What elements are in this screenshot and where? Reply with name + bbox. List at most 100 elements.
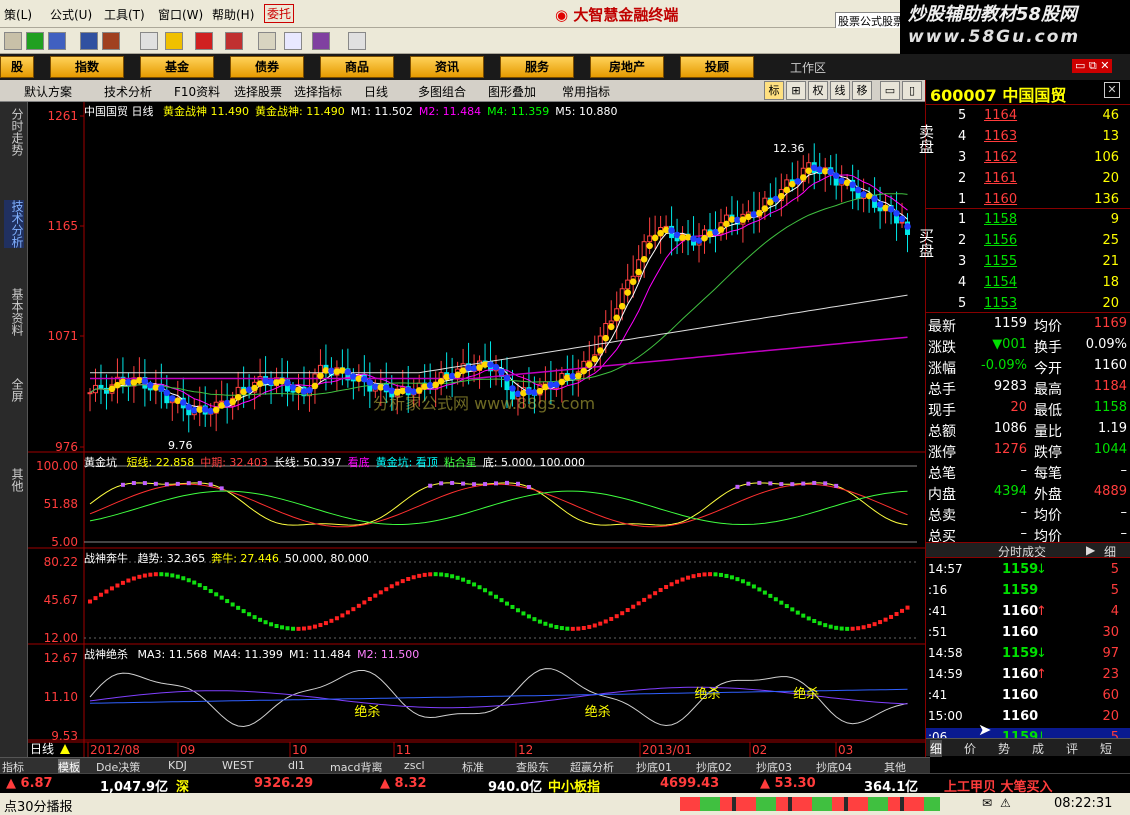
trend-square (746, 581, 751, 586)
tools-icon[interactable] (102, 32, 120, 50)
tick-row[interactable]: :41 1160 ↑ 4 (926, 602, 1130, 622)
quote-level-row[interactable]: 3 1155 21 (926, 252, 1130, 272)
quote-level-row[interactable]: 3 1162 106 (926, 148, 1130, 168)
quote-tab[interactable]: 价 (964, 740, 976, 757)
nav-advisor[interactable]: 投顾 (680, 56, 754, 78)
quote-level-row[interactable]: 2 1156 25 (926, 231, 1130, 251)
menu-item-strategy[interactable]: 策(L) (4, 6, 32, 23)
help-cursor-icon[interactable] (348, 32, 366, 50)
tick-row[interactable]: 15:00 1160 20 (926, 707, 1130, 727)
line-button[interactable]: 线 (830, 81, 850, 100)
indicator-tab[interactable]: zscl (404, 759, 425, 772)
crosshair-icon[interactable]: ⊞ (786, 81, 806, 100)
broadcast-text[interactable]: 点30分播报 (4, 796, 73, 815)
menu-item-tools[interactable]: 工具(T) (104, 6, 145, 23)
osc-marker (175, 481, 180, 486)
indicator-value: 中期: 32.403 (200, 456, 268, 469)
tick-row[interactable]: 14:58 1159 ↓ 97 (926, 644, 1130, 664)
indicator-tab[interactable]: dl1 (288, 759, 305, 772)
quote-level-row[interactable]: 4 1154 18 (926, 273, 1130, 293)
tab-fundamental[interactable]: 基本资料 (4, 288, 24, 336)
entrust-button[interactable]: 委托 (264, 4, 295, 23)
ticks-detail-button[interactable]: 细 (1104, 543, 1116, 560)
quote-level-row[interactable]: 5 1153 20 (926, 294, 1130, 314)
tab-fullscreen[interactable]: 全屏 (4, 378, 24, 402)
tech-analysis-dropdown[interactable]: 技术分析 (104, 83, 152, 100)
mark-button[interactable]: 标 (764, 81, 784, 100)
panel1-axis-label: 5.00 (51, 535, 78, 549)
trend-square (455, 575, 460, 580)
grid-icon[interactable] (48, 32, 66, 50)
checkbox-icon[interactable] (140, 32, 158, 50)
arrow-icon[interactable] (4, 32, 22, 50)
tick-row[interactable]: :41 1160 60 (926, 686, 1130, 706)
quote-level-row[interactable]: 1 1158 9 (926, 210, 1130, 230)
window-icon[interactable] (284, 32, 302, 50)
multi-chart-dropdown[interactable]: 多图组合 (418, 83, 466, 100)
move-button[interactable]: 移 (852, 81, 872, 100)
indicator-tab[interactable]: KDJ (168, 759, 187, 772)
tab-other[interactable]: 其他 (4, 468, 24, 492)
tick-row[interactable]: 14:59 1160 ↑ 23 (926, 665, 1130, 685)
quote-level-row[interactable]: 2 1161 20 (926, 169, 1130, 189)
quote-tab[interactable]: 短 (1100, 740, 1112, 757)
select-indicator-button[interactable]: 选择指标 (294, 83, 342, 100)
quote-tab[interactable]: 评 (1066, 740, 1078, 757)
nav-news[interactable]: 资讯 (410, 56, 484, 78)
quote-level-row[interactable]: 5 1164 46 (926, 106, 1130, 126)
window-controls[interactable]: ▭ ⧉ ✕ (1072, 59, 1113, 73)
flag-icon[interactable] (26, 32, 44, 50)
f10-button[interactable]: F10资料 (174, 83, 220, 100)
workspace-label[interactable]: 工作区 (790, 59, 826, 76)
indicator-value: 50.000, 80.000 (284, 552, 369, 565)
mail-icon[interactable]: ✉ (982, 796, 992, 810)
indicator-tab[interactable]: WEST (222, 759, 254, 772)
level-number: 5 (958, 108, 967, 123)
tab-technical[interactable]: 技术分析 (4, 200, 24, 248)
close-icon[interactable]: ✕ (1104, 82, 1120, 98)
menu-item-window[interactable]: 窗口(W) (158, 6, 203, 23)
play-icon[interactable]: ▶ (1086, 543, 1095, 557)
nav-bond[interactable]: 债券 (230, 56, 304, 78)
rights-button[interactable]: 权 (808, 81, 828, 100)
quote-level-row[interactable]: 1 1160 136 (926, 190, 1130, 210)
trend-square (351, 607, 356, 612)
expand-icon[interactable]: ▯ (902, 81, 922, 100)
overlay-button[interactable]: 图形叠加 (488, 83, 536, 100)
tab-intraday[interactable]: 分时走势 (4, 108, 24, 156)
menu-item-formula[interactable]: 公式(U) (50, 6, 92, 23)
nav-fund[interactable]: 基金 (140, 56, 214, 78)
diamond-icon[interactable] (165, 32, 183, 50)
binoculars-icon[interactable] (80, 32, 98, 50)
layout-icon[interactable]: ▭ (880, 81, 900, 100)
link-icon[interactable] (195, 32, 213, 50)
nav-commodity[interactable]: 商品 (320, 56, 394, 78)
stat-row: 涨幅 -0.09% 今开 1160 (926, 356, 1130, 377)
trend-bead (251, 384, 258, 392)
nav-index[interactable]: 指数 (50, 56, 124, 78)
quote-tab[interactable]: 成 (1032, 740, 1044, 757)
menu-item-help[interactable]: 帮助(H) (212, 6, 254, 23)
tick-row[interactable]: :51 1160 30 (926, 623, 1130, 643)
books-icon[interactable] (312, 32, 330, 50)
trend-square (894, 612, 899, 617)
period-dropdown[interactable]: 日线 (364, 83, 388, 100)
nav-service[interactable]: 服务 (500, 56, 574, 78)
quote-tab[interactable]: 势 (998, 740, 1010, 757)
trend-bead (448, 372, 456, 380)
tick-row[interactable]: :16 1159 5 (926, 581, 1130, 601)
nav-realestate[interactable]: 房地产 (590, 56, 664, 78)
chain-icon[interactable] (225, 32, 243, 50)
quote-tab[interactable]: 细 (930, 740, 943, 757)
common-indicator-dropdown[interactable]: 常用指标 (562, 83, 610, 100)
trend-bead (108, 385, 116, 393)
quote-level-row[interactable]: 4 1163 13 (926, 127, 1130, 147)
select-stock-button[interactable]: 选择股票 (234, 83, 282, 100)
scheme-dropdown[interactable]: 默认方案 (24, 83, 72, 100)
nav-stocks[interactable]: 股 (0, 56, 34, 78)
alert-icon[interactable]: ⚠ (1000, 796, 1011, 810)
print-icon[interactable] (258, 32, 276, 50)
chart-area[interactable]: 1261 1165 1071 976 100.00 51.88 5.00 80.22 45.67… (28, 102, 925, 757)
trend-square (609, 616, 614, 621)
tick-row[interactable]: 14:57 1159 ↓ 5 (926, 560, 1130, 580)
